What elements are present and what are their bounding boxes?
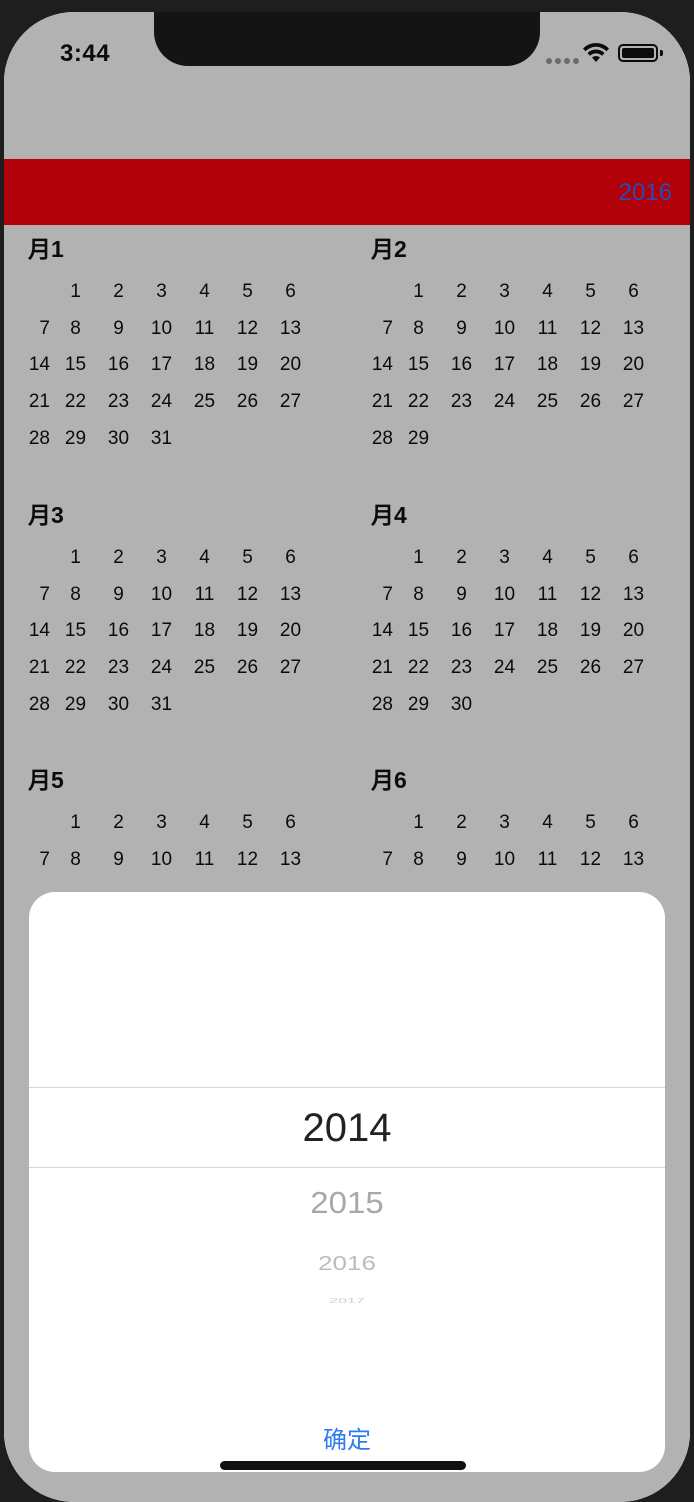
phone-frame: 3:44 2016 月1 1 2 3 4 5 6 7 8 9 10 11 12 13 14 15 16 17 18 1… — [4, 12, 690, 1502]
confirm-button[interactable]: 确定 — [29, 1420, 665, 1455]
picker-selection-top-line — [29, 1087, 665, 1088]
picker-item-selected[interactable]: 2014 — [29, 1106, 665, 1151]
year-picker-sheet: 2014 2015 2016 2017 确定 — [29, 892, 665, 1472]
picker-selection-bottom-line — [29, 1167, 665, 1168]
screen: 3:44 2016 月1 1 2 3 4 5 6 7 8 9 10 11 12 13 14 15 16 17 18 1… — [4, 12, 690, 1502]
picker-item[interactable]: 2017 — [29, 1297, 665, 1305]
picker-item[interactable]: 2015 — [29, 1186, 665, 1221]
picker-item[interactable]: 2016 — [29, 1251, 665, 1275]
home-indicator[interactable] — [220, 1461, 466, 1470]
